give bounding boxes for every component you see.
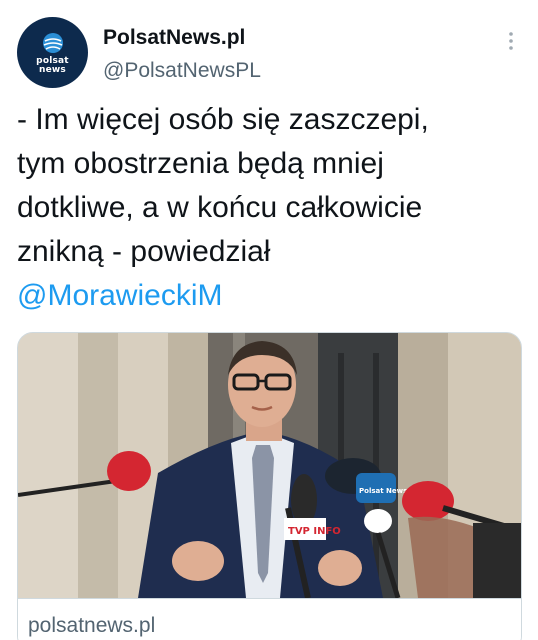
avatar-text-news: news [39, 64, 66, 75]
card-domain[interactable]: polsatnews.pl [28, 613, 155, 639]
tweet-text-line: tym obostrzenia będą mniej [17, 147, 384, 180]
card-image[interactable]: TVP INFO Polsat News [18, 333, 521, 598]
more-vertical-icon[interactable] [502, 30, 520, 52]
tweet-text-line: dotkliwe, a w końcu całkowicie [17, 191, 423, 224]
tweet-text-line: znikną - powiedział [17, 235, 271, 268]
mention-link[interactable]: @MorawieckiM [17, 274, 522, 318]
link-card[interactable]: TVP INFO Polsat News polsatnews.pl [17, 332, 522, 640]
author-handle[interactable]: @PolsatNewsPL [103, 57, 261, 85]
globe-icon [42, 32, 63, 53]
tweet[interactable]: polsat news PolsatNews.pl @PolsatNewsPL … [0, 0, 538, 640]
tweet-text-line: - Im więcej osób się zaszczepi, [17, 103, 429, 136]
tweet-text: - Im więcej osób się zaszczepi, tym obos… [17, 98, 522, 318]
avatar[interactable]: polsat news [17, 17, 88, 88]
mic-label-polsat: Polsat News [359, 487, 407, 495]
card-footer[interactable]: polsatnews.pl [18, 598, 521, 640]
author-display-name[interactable]: PolsatNews.pl [103, 24, 245, 52]
mic-label-tvp: TVP INFO [288, 526, 341, 537]
